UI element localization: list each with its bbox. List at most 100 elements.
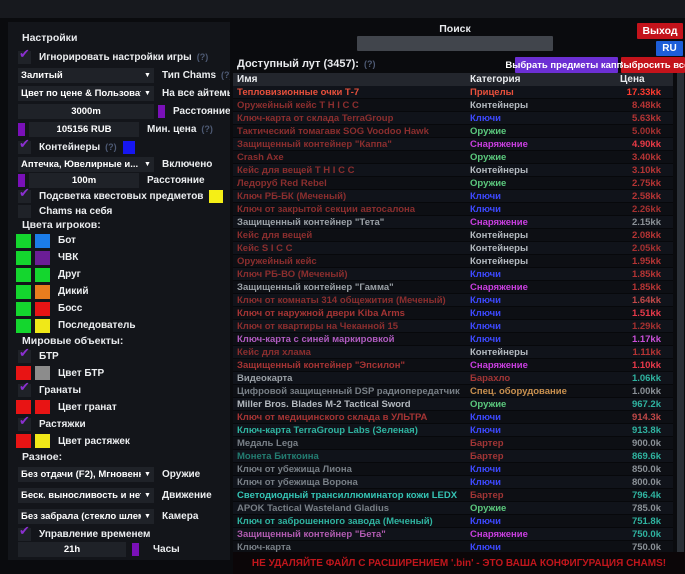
color-swatch[interactable] xyxy=(16,319,31,333)
table-row[interactable]: Ключ от наружной двери Kiba ArmsКлючи1.5… xyxy=(233,307,673,320)
distance-color-swatch[interactable] xyxy=(158,105,165,118)
color-swatch[interactable] xyxy=(16,366,31,380)
tripwires-checkbox[interactable]: ✔ xyxy=(18,418,31,431)
table-row[interactable]: Защищенный контейнер "Бета"Снаряжение750… xyxy=(233,528,673,541)
table-row[interactable]: Защищенный контейнер "Каппа"Снаряжение4.… xyxy=(233,138,673,151)
quest-items-checkbox[interactable]: ✔ xyxy=(18,190,31,203)
table-row[interactable]: Ключ-карта от склада TerraGroupКлючи5.63… xyxy=(233,112,673,125)
check-icon: ✔ xyxy=(19,137,30,150)
item-category: Ключи xyxy=(463,477,615,488)
table-row[interactable]: Ключ от убежища ВоронаКлючи800.0k xyxy=(233,476,673,489)
table-row[interactable]: Защищенный контейнер "Тета"Снаряжение2.1… xyxy=(233,216,673,229)
item-category: Прицелы xyxy=(463,87,615,98)
check-icon: ✔ xyxy=(19,524,30,537)
table-row[interactable]: Кейс для вещей T H I C CКонтейнеры3.10kk xyxy=(233,164,673,177)
table-row[interactable]: Кейс S I C CКонтейнеры2.05kk xyxy=(233,242,673,255)
loot-title-row: Доступный лут (3457): (?) xyxy=(237,58,375,70)
color-swatch[interactable] xyxy=(16,434,31,448)
table-row[interactable]: Цифровой защищенный DSP радиопередатчикС… xyxy=(233,385,673,398)
min-price-color-swatch[interactable] xyxy=(18,123,25,136)
color-swatch[interactable] xyxy=(35,434,50,448)
containers-filter-dropdown[interactable]: Аптечка, Ювелирные и... ▼ xyxy=(18,157,154,172)
color-swatch[interactable] xyxy=(35,319,50,333)
table-row[interactable]: Ключ от убежища ЛионаКлючи850.0k xyxy=(233,463,673,476)
item-price: 2.08kk xyxy=(615,230,673,241)
hours-input[interactable]: 21h xyxy=(18,542,126,557)
color-swatch[interactable] xyxy=(35,366,50,380)
table-row[interactable]: Тепловизионные очки Т-7Прицелы17.33kk xyxy=(233,86,673,99)
exit-button[interactable]: Выход xyxy=(637,23,683,39)
containers-color-swatch[interactable] xyxy=(123,141,135,154)
containers-distance-input[interactable]: 100m xyxy=(29,173,139,188)
table-row[interactable]: Ледоруб Red RebelОружие2.75kk xyxy=(233,177,673,190)
column-header-category[interactable]: Категория xyxy=(463,74,615,85)
table-row[interactable]: Ключ РБ-ВО (Меченый)Ключи1.85kk xyxy=(233,268,673,281)
table-row[interactable]: Кейс для вещейКонтейнеры2.08kk xyxy=(233,229,673,242)
table-row[interactable]: Оружейный кейсКонтейнеры1.95kk xyxy=(233,255,673,268)
check-icon: ✔ xyxy=(19,414,30,427)
table-row[interactable]: Ключ-картаКлючи750.0k xyxy=(233,541,673,552)
containers-filter-label: Включено xyxy=(162,159,212,170)
table-row[interactable]: Ключ-карта с синей маркировкойКлючи1.17k… xyxy=(233,333,673,346)
table-row[interactable]: Тактический томагавк SOG Voodoo HawkОруж… xyxy=(233,125,673,138)
color-swatch[interactable] xyxy=(35,302,50,316)
item-name: Медаль Lega xyxy=(233,438,463,449)
table-row[interactable]: Светодиодный трансиллюминатор кожи LEDXБ… xyxy=(233,489,673,502)
item-price: 2.58kk xyxy=(615,191,673,202)
color-swatch[interactable] xyxy=(16,268,31,282)
hours-color-swatch[interactable] xyxy=(132,543,139,556)
btr-checkbox[interactable]: ✔ xyxy=(18,350,31,363)
color-swatch[interactable] xyxy=(35,251,50,265)
color-swatch[interactable] xyxy=(35,268,50,282)
weapon-dropdown[interactable]: Без отдачи (F2), Мгновенное п ▼ xyxy=(18,467,154,482)
table-row[interactable]: Ключ РБ-БК (Меченый)Ключи2.58kk xyxy=(233,190,673,203)
color-swatch[interactable] xyxy=(16,251,31,265)
time-control-checkbox[interactable]: ✔ xyxy=(18,528,31,541)
color-swatch[interactable] xyxy=(16,302,31,316)
movement-dropdown[interactable]: Беск. выносливость и нет уста ▼ xyxy=(18,488,154,503)
table-row[interactable]: ВидеокартаБарахло1.06kk xyxy=(233,372,673,385)
table-row[interactable]: Кейс для хламаКонтейнеры1.11kk xyxy=(233,346,673,359)
color-swatch[interactable] xyxy=(16,400,31,414)
table-row[interactable]: Оружейный кейс T H I C CКонтейнеры8.48kk xyxy=(233,99,673,112)
table-row[interactable]: Монета БиткоинаБартер869.6k xyxy=(233,450,673,463)
column-header-name[interactable]: Имя xyxy=(233,74,463,85)
table-row[interactable]: Ключ-карта TerraGroup Labs (Зеленая)Ключ… xyxy=(233,424,673,437)
color-swatch[interactable] xyxy=(35,400,50,414)
distance-input[interactable]: 3000m xyxy=(18,104,154,119)
all-items-dropdown[interactable]: Цвет по цене & Пользователь ▼ xyxy=(18,86,154,101)
camera-dropdown[interactable]: Без забрала (стекло шлема) ▼ xyxy=(18,509,154,524)
min-price-input[interactable]: 105156 RUB xyxy=(29,122,139,137)
quest-items-color-swatch[interactable] xyxy=(209,190,223,203)
table-row[interactable]: Защищенный контейнер "Гамма"Снаряжение1.… xyxy=(233,281,673,294)
column-header-price[interactable]: Цена xyxy=(615,74,673,85)
table-row[interactable]: Медаль LegaБартер900.0k xyxy=(233,437,673,450)
color-swatch[interactable] xyxy=(35,285,50,299)
grenades-checkbox[interactable]: ✔ xyxy=(18,384,31,397)
table-row[interactable]: APOK Tactical Wasteland GladiusОружие785… xyxy=(233,502,673,515)
color-swatch[interactable] xyxy=(16,234,31,248)
time-control-label: Управление временем xyxy=(39,529,150,540)
table-scrollbar[interactable] xyxy=(677,73,684,552)
table-row[interactable]: Ключ от закрытой секции автосалонаКлючи2… xyxy=(233,203,673,216)
search-input[interactable] xyxy=(357,36,553,51)
drop-all-button[interactable]: Выбросить все xyxy=(621,57,685,73)
ignore-game-settings-checkbox[interactable]: ✔ xyxy=(18,51,31,64)
player-color-row: ЧВК xyxy=(8,249,230,266)
color-swatch[interactable] xyxy=(16,285,31,299)
language-button[interactable]: RU xyxy=(656,41,683,56)
table-row[interactable]: Защищенный контейнер "Эпсилон"Снаряжение… xyxy=(233,359,673,372)
containers-checkbox[interactable]: ✔ xyxy=(18,141,31,154)
chams-self-checkbox[interactable] xyxy=(18,205,31,218)
table-row[interactable]: Crash AxeОружие3.40kk xyxy=(233,151,673,164)
table-row[interactable]: Miller Bros. Blades M-2 Tactical SwordОр… xyxy=(233,398,673,411)
table-row[interactable]: Ключ от заброшенного завода (Меченый)Клю… xyxy=(233,515,673,528)
table-row[interactable]: Ключ от медицинского склада в УЛЬТРАКлюч… xyxy=(233,411,673,424)
sidebar-title: Настройки xyxy=(8,28,230,48)
color-swatch[interactable] xyxy=(35,234,50,248)
table-row[interactable]: Ключ от комнаты 314 общежития (Меченый)К… xyxy=(233,294,673,307)
table-row[interactable]: Ключ от квартиры на Чеканной 15Ключи1.29… xyxy=(233,320,673,333)
select-kappa-items-button[interactable]: Выбрать предметы каппа xyxy=(515,57,618,73)
item-category: Ключи xyxy=(463,308,615,319)
chams-type-dropdown[interactable]: Залитый ▼ xyxy=(18,68,154,83)
